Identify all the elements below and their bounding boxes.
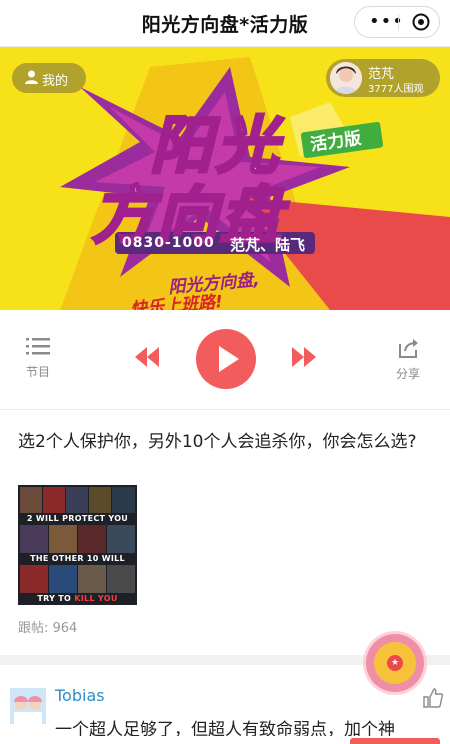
play-button[interactable] [196, 329, 256, 389]
program-label: 节目 [25, 365, 50, 379]
image-caption-3a: TRY TO [37, 594, 72, 603]
lucky-wheel-button[interactable]: ★ [366, 634, 424, 692]
wheel-center: ★ [387, 655, 403, 671]
image-caption-2: THE OTHER 10 WILL [30, 554, 125, 563]
program-banner: 阳光 方向盘 活力版 0830-1000 范芃、陆飞 阳光方向盘, 快乐上班路!… [0, 47, 450, 310]
comment-author[interactable]: Tobias [55, 686, 105, 705]
previous-icon[interactable] [135, 347, 159, 367]
share-button[interactable]: 分享 [388, 338, 428, 382]
comment-avatar[interactable] [10, 688, 46, 724]
miniprogram-capsule: ••• [354, 6, 440, 38]
my-button[interactable]: 我的 [12, 63, 86, 93]
host-info[interactable]: 范芃 3777人围观 [326, 59, 440, 97]
host-avatar [330, 62, 362, 94]
bottom-action-button[interactable] [350, 738, 440, 744]
play-icon [219, 346, 239, 372]
player-controls: 节目 分享 [0, 311, 450, 410]
share-label: 分享 [395, 367, 420, 381]
image-caption-kill: KILL YOU [74, 594, 118, 603]
follow-count: 跟帖: 964 [18, 621, 78, 636]
close-target-icon[interactable] [412, 13, 430, 31]
capsule-divider [398, 14, 399, 31]
next-icon[interactable] [292, 347, 316, 367]
my-button-label: 我的 [42, 74, 69, 89]
post-image[interactable]: 2 WILL PROTECT YOU THE OTHER 10 WILL TRY… [18, 485, 137, 605]
user-icon [25, 70, 38, 84]
program-list-button[interactable]: 节目 [18, 338, 58, 380]
like-icon[interactable] [423, 688, 443, 708]
bottom-bar [0, 736, 450, 744]
audience-count: 3777人围观 [368, 84, 424, 95]
list-icon [26, 338, 50, 355]
comment-avatar-image [10, 688, 46, 724]
banner-hosts: 范芃、陆飞 [230, 236, 306, 254]
superheroes-image [18, 485, 137, 605]
title-bar: 阳光方向盘*活力版 ••• [0, 0, 450, 47]
banner-time: 0830-1000 [122, 235, 215, 251]
image-caption-1: 2 WILL PROTECT YOU [26, 514, 129, 523]
wheel-icon: ★ [374, 642, 416, 684]
post-question[interactable]: 选2个人保护你，另外10个人会追杀你，你会怎么选? [18, 428, 438, 456]
share-icon [399, 339, 418, 358]
image-caption-3: TRY TO KILL YOU [18, 594, 137, 603]
host-avatar-image [330, 62, 362, 94]
